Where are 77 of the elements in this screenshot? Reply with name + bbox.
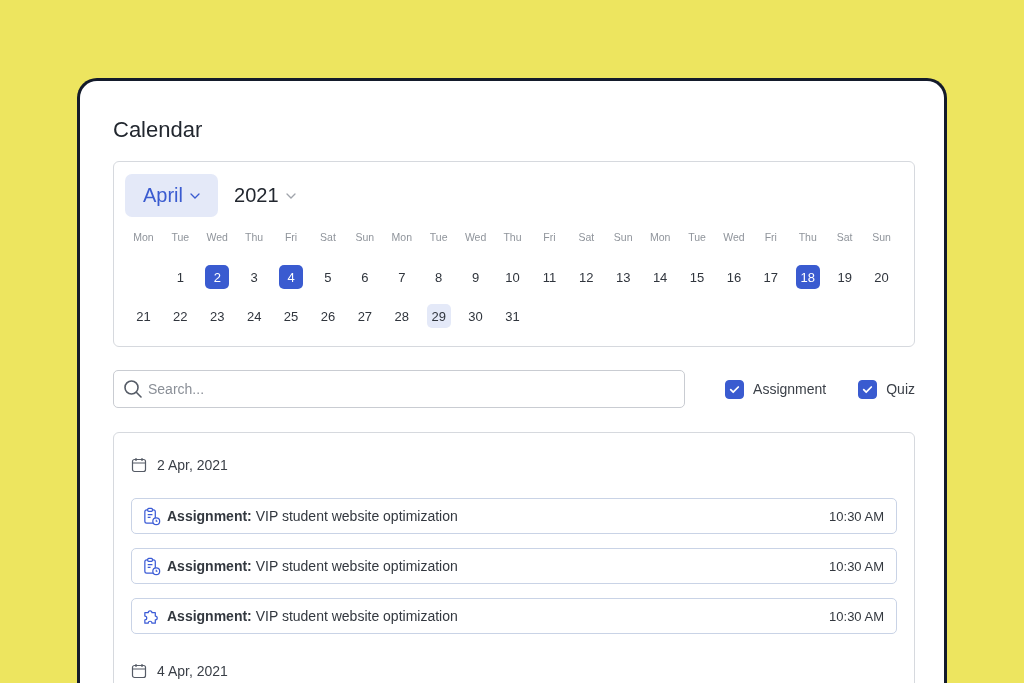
- calendar-day[interactable]: 21: [131, 304, 156, 328]
- weekday-label: Sat: [836, 230, 853, 245]
- weekday-label: Sun: [613, 230, 633, 245]
- calendar-day[interactable]: 22: [168, 304, 193, 328]
- calendar-day[interactable]: 10: [500, 265, 525, 289]
- checkbox[interactable]: [858, 379, 878, 399]
- calendar-day[interactable]: 11: [537, 265, 562, 289]
- calendar-icon: [131, 663, 147, 679]
- event-item[interactable]: Assignment: VIP student website optimization 10:30 AM: [131, 548, 897, 584]
- calendar-day[interactable]: 27: [352, 304, 377, 328]
- date-heading: 2 Apr, 2021: [157, 457, 228, 473]
- calendar-day[interactable]: 17: [758, 265, 783, 289]
- date-heading: 4 Apr, 2021: [157, 663, 228, 679]
- weekday-label: Sat: [320, 230, 336, 245]
- clipboard-icon: [142, 506, 161, 526]
- caret-icon: [190, 192, 200, 199]
- calendar-day[interactable]: 5: [315, 265, 340, 289]
- weekday-label: Sat: [578, 230, 595, 245]
- calendar-day[interactable]: 1: [168, 265, 193, 289]
- checkbox-label: Quiz: [886, 381, 915, 397]
- event-time: 10:30 AM: [829, 508, 884, 524]
- weekday-label: Mon: [391, 230, 412, 245]
- calendar-day[interactable]: 3: [242, 265, 267, 289]
- calendar-day[interactable]: 14: [648, 265, 673, 289]
- weekday-label: Fri: [284, 230, 298, 245]
- weekday-label: Thu: [798, 230, 817, 245]
- weekday-label: Sun: [355, 230, 375, 245]
- caret-icon: [285, 192, 296, 199]
- calendar-day[interactable]: 12: [574, 265, 599, 289]
- weekday-label: Fri: [543, 230, 556, 245]
- checkbox-label: Assignment: [753, 381, 827, 397]
- page-title: Calendar: [113, 116, 204, 144]
- calendar-day[interactable]: 29: [426, 304, 451, 328]
- calendar-day[interactable]: 19: [832, 265, 857, 289]
- calendar-day[interactable]: 4: [279, 265, 304, 289]
- calendar-day[interactable]: 8: [426, 265, 451, 289]
- calendar-day[interactable]: 23: [205, 304, 230, 328]
- weekday-label: Wed: [206, 230, 228, 245]
- calendar-day[interactable]: 15: [685, 265, 709, 289]
- event-title: Assignment: VIP student website optimization: [167, 508, 458, 524]
- calendar-day[interactable]: 9: [463, 265, 488, 289]
- weekday-label: Wed: [464, 230, 487, 245]
- calendar-day[interactable]: 31: [500, 304, 525, 328]
- checkbox[interactable]: [725, 379, 745, 399]
- weekday-label: Tue: [171, 230, 190, 245]
- event-title: Assignment: VIP student website optimization: [167, 558, 458, 574]
- weekday-label: Thu: [503, 230, 522, 245]
- weekday-label: Sun: [872, 230, 891, 245]
- calendar-day[interactable]: 18: [795, 265, 820, 289]
- calendar-day[interactable]: 13: [611, 265, 636, 289]
- calendar-icon: [131, 457, 147, 473]
- weekday-label: Mon: [133, 230, 154, 245]
- event-title: Assignment: VIP student website optimization: [167, 608, 458, 624]
- calendar-day[interactable]: 7: [389, 265, 414, 289]
- weekday-label: Wed: [723, 230, 745, 245]
- event-item[interactable]: Assignment: VIP student website optimization 10:30 AM: [131, 498, 897, 534]
- weekday-label: Tue: [688, 230, 706, 245]
- calendar-day[interactable]: 25: [279, 304, 304, 328]
- year-dropdown[interactable]: 2021: [224, 174, 306, 217]
- calendar-day[interactable]: 6: [352, 265, 377, 289]
- calendar-day[interactable]: 2: [205, 265, 230, 289]
- clipboard-icon: [142, 556, 161, 576]
- calendar-day[interactable]: 30: [463, 304, 488, 328]
- search-field[interactable]: Search...: [113, 370, 685, 408]
- calendar-day[interactable]: 20: [869, 265, 894, 289]
- calendar-day[interactable]: 28: [389, 304, 414, 328]
- weekday-label: Mon: [649, 230, 671, 245]
- calendar-day[interactable]: 16: [721, 265, 746, 289]
- month-dropdown[interactable]: April: [125, 174, 218, 217]
- event-time: 10:30 AM: [829, 608, 884, 624]
- event-time: 10:30 AM: [829, 558, 884, 574]
- calendar-day[interactable]: 26: [315, 304, 340, 328]
- weekday-label: Tue: [429, 230, 448, 245]
- weekday-label: Fri: [764, 230, 777, 245]
- weekday-label: Thu: [245, 230, 264, 245]
- calendar-day[interactable]: 24: [242, 304, 267, 328]
- event-item[interactable]: Assignment: VIP student website optimization 10:30 AM: [131, 598, 897, 634]
